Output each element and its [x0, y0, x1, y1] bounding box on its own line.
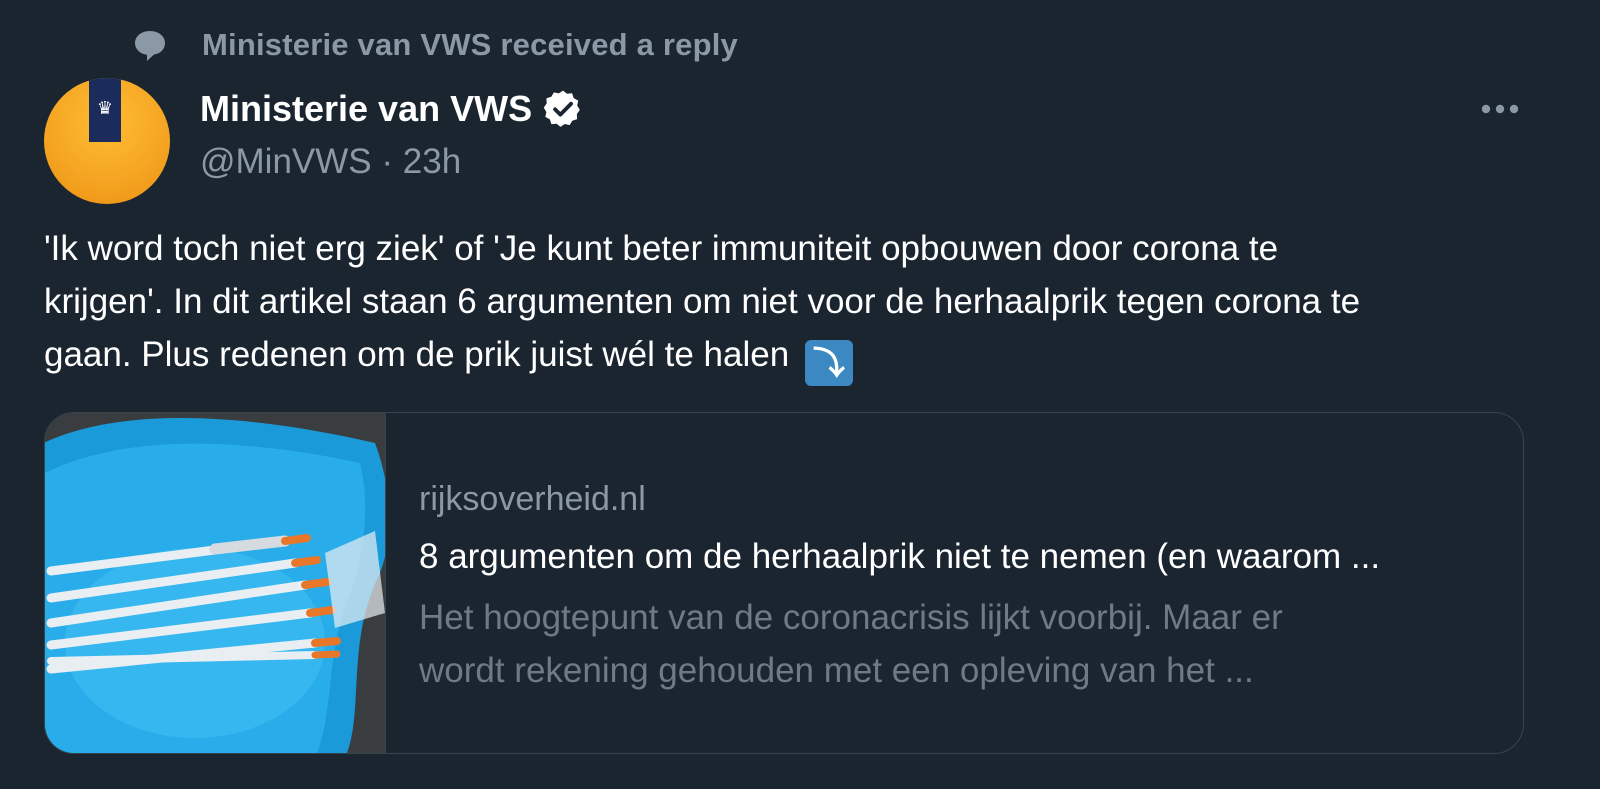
author-name-link[interactable]: Ministerie van VWS — [200, 88, 584, 130]
tweet-text: 'Ik word toch niet erg ziek' of 'Je kunt… — [44, 222, 1564, 386]
more-options-button[interactable] — [1470, 94, 1530, 128]
card-title: 8 argumenten om de herhaalprik niet te n… — [419, 537, 1381, 576]
card-domain: rijksoverheid.nl — [419, 480, 646, 518]
author-handle[interactable]: @MinVWS — [200, 142, 372, 181]
tweet-text-line: krijgen'. In dit artikel staan 6 argumen… — [44, 282, 1361, 321]
author-name: Ministerie van VWS — [200, 88, 533, 129]
crest-icon: ♛ — [96, 98, 114, 118]
separator: · — [381, 142, 394, 181]
context-label: Ministerie van VWS received a reply — [202, 27, 738, 62]
tweet-time[interactable]: 23h — [403, 142, 461, 181]
arrow-curving-down-icon: ⤵ — [804, 340, 853, 386]
tweet-text-line: gaan. Plus redenen om de prik juist wél … — [44, 328, 1564, 386]
speech-bubble-icon — [130, 25, 170, 65]
card-description-line: wordt rekening gehouden met een opleving… — [419, 651, 1254, 690]
card-description: Het hoogtepunt van de coronacrisis lijkt… — [419, 591, 1479, 697]
avatar[interactable]: ♛ — [44, 78, 170, 204]
link-preview-card[interactable]: rijksoverheid.nl 8 argumenten om de herh… — [44, 412, 1524, 754]
tweet-container[interactable]: Ministerie van VWS received a reply ♛ Mi… — [0, 0, 1600, 789]
handle-row: @MinVWS · 23h — [200, 142, 461, 182]
tweet-text-line: 'Ik word toch niet erg ziek' of 'Je kunt… — [44, 229, 1279, 268]
verified-badge-icon — [542, 88, 584, 130]
more-options-icon — [1480, 102, 1520, 120]
card-image-syringes[interactable] — [45, 413, 390, 753]
social-context[interactable]: Ministerie van VWS received a reply — [130, 22, 738, 68]
card-divider — [385, 413, 386, 753]
card-description-line: Het hoogtepunt van de coronacrisis lijkt… — [419, 598, 1283, 637]
tweet-text-line-content: gaan. Plus redenen om de prik juist wél … — [44, 335, 790, 374]
